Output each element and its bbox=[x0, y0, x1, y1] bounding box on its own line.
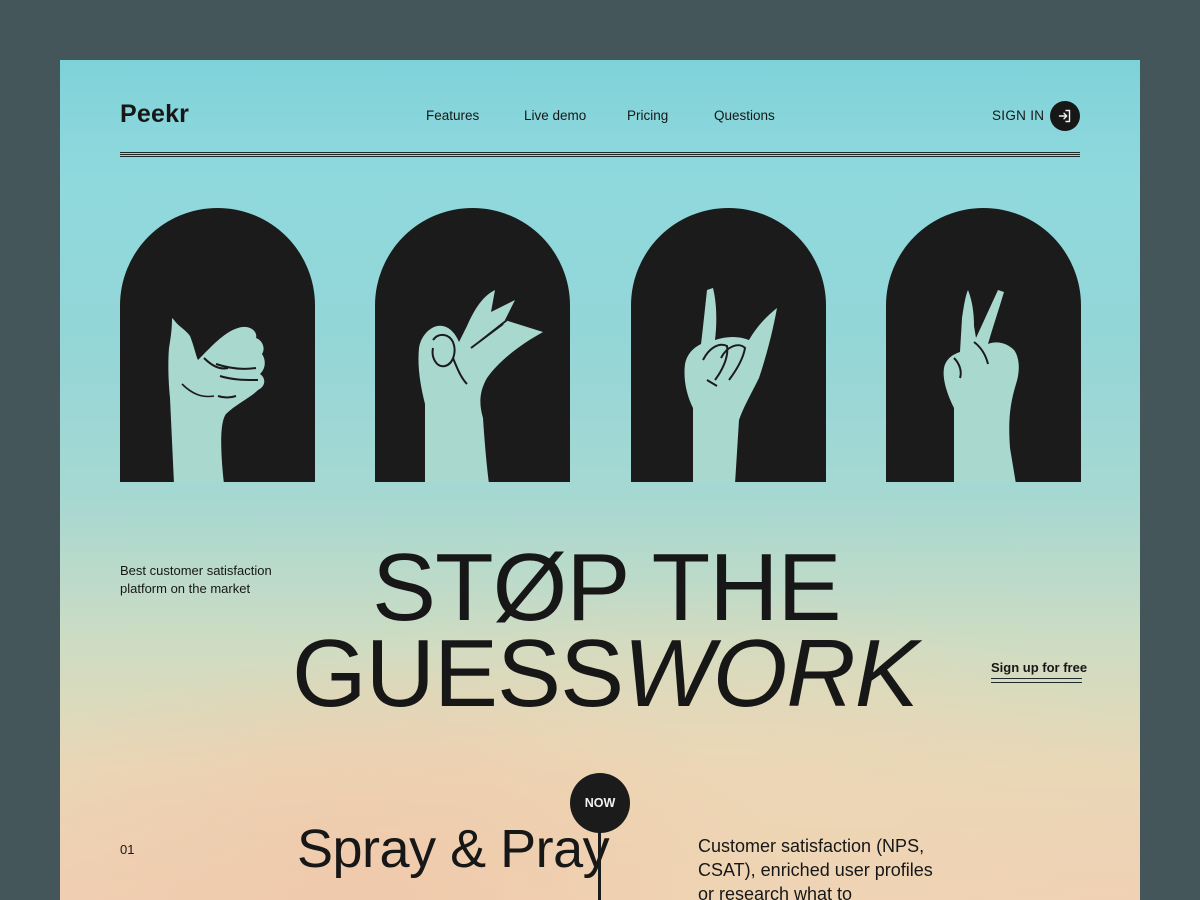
sign-in-arrow-icon bbox=[1058, 109, 1071, 123]
sign-in-link[interactable]: SIGN IN bbox=[992, 108, 1044, 123]
thumbs-up-hand-icon bbox=[168, 318, 265, 482]
arch-rock-on bbox=[631, 208, 826, 482]
headline-work: WORK bbox=[623, 620, 919, 727]
headline-line-2: GUESSWORK bbox=[292, 626, 919, 722]
arch-thumbs-up bbox=[120, 208, 315, 482]
peace-sign-hand-icon bbox=[943, 290, 1019, 482]
landing-page: Peekr Features Live demo Pricing Questio… bbox=[60, 60, 1140, 900]
sign-up-link[interactable]: Sign up for free bbox=[991, 660, 1087, 675]
section-description: Customer satisfaction (NPS, CSAT), enric… bbox=[698, 836, 933, 900]
hero-tagline: Best customer satisfaction platform on t… bbox=[120, 563, 272, 596]
rock-on-hand-icon bbox=[684, 288, 777, 482]
arch-ok-sign bbox=[375, 208, 570, 482]
sign-up-underline bbox=[991, 678, 1082, 683]
sign-in-button[interactable] bbox=[1050, 101, 1080, 131]
nav-item-features[interactable]: Features bbox=[426, 108, 479, 123]
section-number: 01 bbox=[120, 842, 135, 857]
ok-sign-hand-icon bbox=[418, 290, 543, 482]
headline-guess: GUESS bbox=[292, 620, 624, 727]
nav-item-pricing[interactable]: Pricing bbox=[627, 108, 668, 123]
now-badge: NOW bbox=[570, 773, 630, 833]
section-title: Spray & Pray bbox=[297, 819, 610, 879]
nav-item-questions[interactable]: Questions bbox=[714, 108, 775, 123]
timeline-line bbox=[598, 830, 601, 900]
header-divider bbox=[120, 152, 1080, 157]
arch-peace-sign bbox=[886, 208, 1081, 482]
main-nav: Features Live demo Pricing Questions bbox=[60, 108, 1140, 128]
nav-item-live-demo[interactable]: Live demo bbox=[524, 108, 586, 123]
